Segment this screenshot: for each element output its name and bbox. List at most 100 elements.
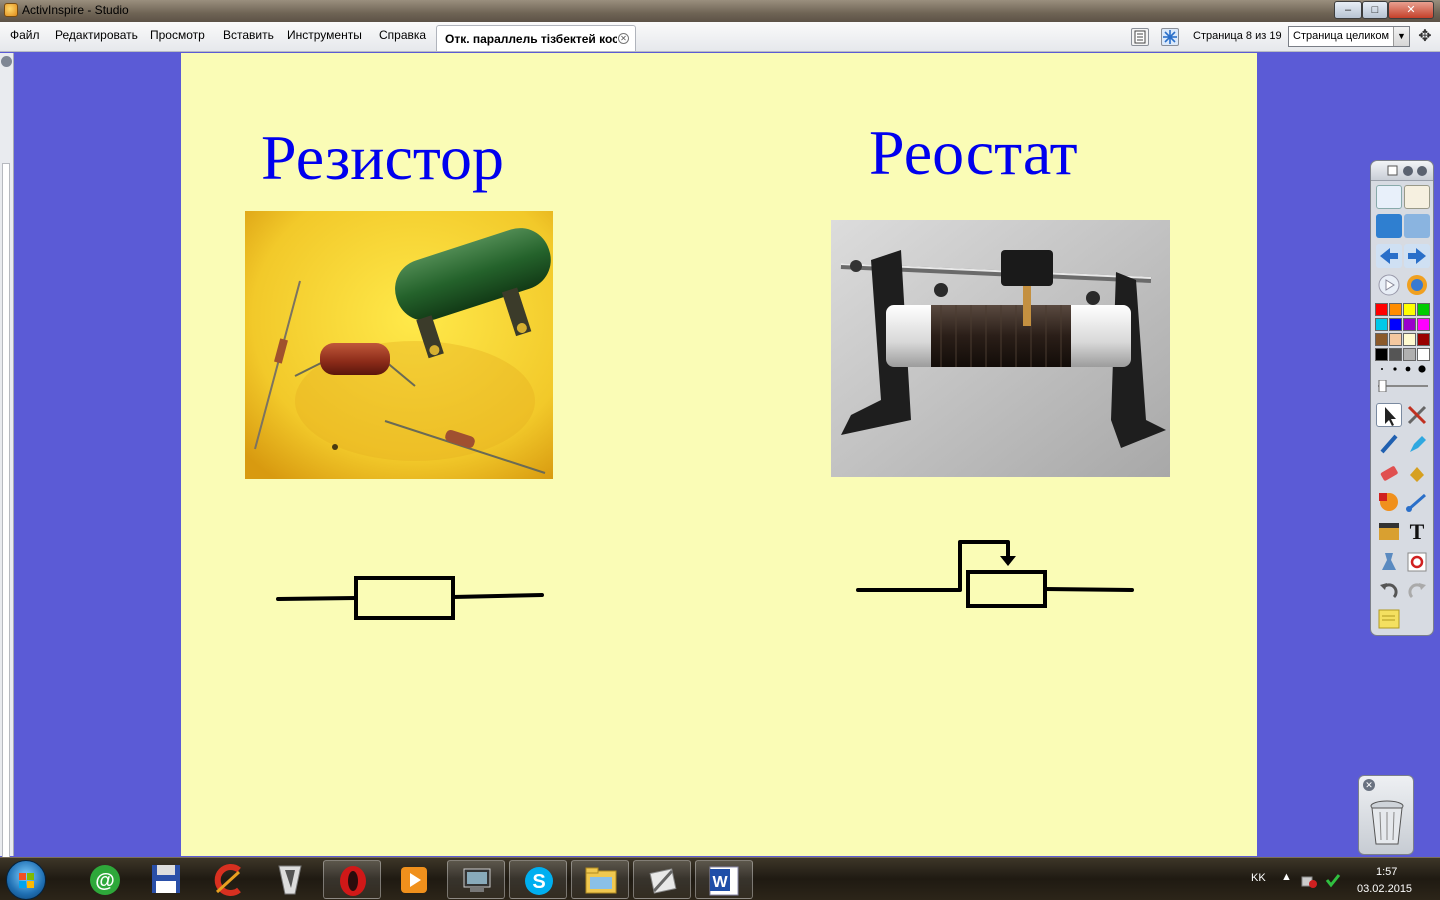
color-swatch[interactable] xyxy=(1403,333,1416,346)
previous-page-icon[interactable] xyxy=(1376,244,1402,268)
resistor-heading[interactable]: Резистор xyxy=(261,121,504,195)
browser-panel-strip xyxy=(0,53,14,875)
tools-icon[interactable] xyxy=(1404,403,1430,427)
resistor-symbol[interactable] xyxy=(276,573,546,623)
pen-icon[interactable] xyxy=(1376,432,1402,456)
color-swatch[interactable] xyxy=(1417,333,1430,346)
ccleaner-icon[interactable] xyxy=(199,860,257,899)
menu-help[interactable]: Справка xyxy=(379,28,426,42)
security-check-icon[interactable] xyxy=(1324,871,1342,889)
menu-tools[interactable]: Инструменты xyxy=(287,28,362,42)
reveal-icon[interactable] xyxy=(1376,550,1402,574)
desktop-tools-icon[interactable] xyxy=(1404,214,1430,238)
stylus-app-icon[interactable] xyxy=(261,860,319,899)
word-icon[interactable]: W xyxy=(695,860,753,899)
menu-insert[interactable]: Вставить xyxy=(223,28,274,42)
reset-page-icon[interactable] xyxy=(1404,550,1430,574)
page-browser-icon[interactable] xyxy=(1131,28,1149,46)
page-indicator: Страница 8 из 19 xyxy=(1193,30,1282,42)
skype-icon[interactable]: S xyxy=(509,860,567,899)
opera-icon[interactable] xyxy=(323,860,381,899)
taskbar: @ S W KK ▲ 1:57 03.02.2015 xyxy=(0,857,1440,900)
clock-time[interactable]: 1:57 xyxy=(1376,866,1397,878)
color-swatch[interactable] xyxy=(1417,318,1430,331)
color-swatch[interactable] xyxy=(1375,303,1388,316)
highlighter-icon[interactable] xyxy=(1404,432,1430,456)
color-swatch[interactable] xyxy=(1389,303,1402,316)
main-menu-icon[interactable] xyxy=(1376,185,1402,209)
snowflake-icon[interactable] xyxy=(1161,28,1179,46)
menu-edit[interactable]: Редактировать xyxy=(55,28,138,42)
svg-text:W: W xyxy=(712,874,728,891)
media-player-icon[interactable] xyxy=(385,860,443,899)
color-swatch[interactable] xyxy=(1389,333,1402,346)
tools-app-icon[interactable] xyxy=(633,860,691,899)
network-icon[interactable] xyxy=(1300,871,1318,889)
activinspire-task-icon[interactable] xyxy=(447,860,505,899)
browser-panel[interactable] xyxy=(2,163,10,875)
desktop-annotate-icon[interactable] xyxy=(1376,214,1402,238)
close-icon[interactable]: ✕ xyxy=(1363,779,1375,791)
sticky-note-icon[interactable] xyxy=(1376,607,1402,631)
rheostat-photo[interactable] xyxy=(831,220,1170,477)
shape-icon[interactable] xyxy=(1376,490,1402,514)
play-icon[interactable] xyxy=(1376,273,1402,297)
save-disk-icon[interactable] xyxy=(137,860,195,899)
start-button[interactable] xyxy=(6,860,46,900)
title-bar: ActivInspire - Studio – □ ✕ xyxy=(0,0,1440,22)
main-toolbox: T xyxy=(1370,160,1434,636)
flipchart-tab[interactable]: Отк. параллель тізбектей кос ✕ xyxy=(436,25,636,51)
profile-icon[interactable] xyxy=(1404,185,1430,209)
connector-icon[interactable] xyxy=(1404,490,1430,514)
show-hidden-icons-icon[interactable]: ▲ xyxy=(1281,871,1292,883)
svg-text:S: S xyxy=(532,871,545,893)
color-swatch[interactable] xyxy=(1375,318,1388,331)
text-icon[interactable]: T xyxy=(1404,519,1430,544)
color-swatch[interactable] xyxy=(1403,303,1416,316)
trash-icon xyxy=(1370,800,1404,845)
close-tab-icon[interactable]: ✕ xyxy=(618,33,629,44)
fullscreen-icon[interactable]: ✥ xyxy=(1416,28,1434,46)
window-title: ActivInspire - Studio xyxy=(22,3,129,17)
toolbox-header[interactable] xyxy=(1371,161,1433,181)
close-window-button[interactable]: ✕ xyxy=(1388,1,1434,19)
zoom-value: Страница целиком xyxy=(1293,30,1390,42)
flipchart-tab-label: Отк. параллель тізбектей кос xyxy=(445,32,617,46)
pin-icon[interactable] xyxy=(1,56,12,67)
resource-library-icon[interactable] xyxy=(1376,519,1402,543)
fill-icon[interactable] xyxy=(1404,461,1430,485)
mail-agent-icon[interactable]: @ xyxy=(76,860,134,899)
next-page-icon[interactable] xyxy=(1404,244,1430,268)
color-swatch[interactable] xyxy=(1417,348,1430,361)
color-swatch[interactable] xyxy=(1403,318,1416,331)
maximize-button[interactable]: □ xyxy=(1362,1,1388,19)
select-icon[interactable] xyxy=(1376,403,1402,427)
undo-icon[interactable] xyxy=(1376,579,1402,603)
menu-view[interactable]: Просмотр xyxy=(150,28,205,42)
color-swatch[interactable] xyxy=(1403,348,1416,361)
redo-icon[interactable] xyxy=(1404,579,1430,603)
flipchart-page[interactable]: Резистор Реостат xyxy=(181,53,1257,856)
rheostat-symbol[interactable] xyxy=(856,536,1136,611)
trash-panel[interactable]: ✕ xyxy=(1358,775,1414,855)
color-swatch[interactable] xyxy=(1389,348,1402,361)
menu-bar: Файл Редактировать Просмотр Вставить Инс… xyxy=(0,22,1440,52)
chevron-down-icon[interactable]: ▼ xyxy=(1393,27,1409,46)
clock-date[interactable]: 03.02.2015 xyxy=(1357,883,1412,895)
pen-size-dots[interactable] xyxy=(1376,361,1426,373)
rheostat-heading[interactable]: Реостат xyxy=(869,116,1078,190)
color-swatch[interactable] xyxy=(1375,333,1388,346)
color-swatch[interactable] xyxy=(1389,318,1402,331)
width-slider[interactable] xyxy=(1376,379,1430,393)
color-swatch[interactable] xyxy=(1417,303,1430,316)
resistors-photo[interactable] xyxy=(245,211,553,479)
explorer-folder-icon[interactable] xyxy=(571,860,629,899)
web-browser-icon[interactable] xyxy=(1404,273,1430,297)
menu-file[interactable]: Файл xyxy=(10,28,40,42)
minimize-button[interactable]: – xyxy=(1334,1,1362,19)
language-indicator[interactable]: KK xyxy=(1251,872,1266,884)
color-swatch[interactable] xyxy=(1375,348,1388,361)
zoom-dropdown[interactable]: Страница целиком ▼ xyxy=(1288,26,1410,47)
eraser-icon[interactable] xyxy=(1376,461,1402,485)
svg-text:T: T xyxy=(1410,519,1425,543)
